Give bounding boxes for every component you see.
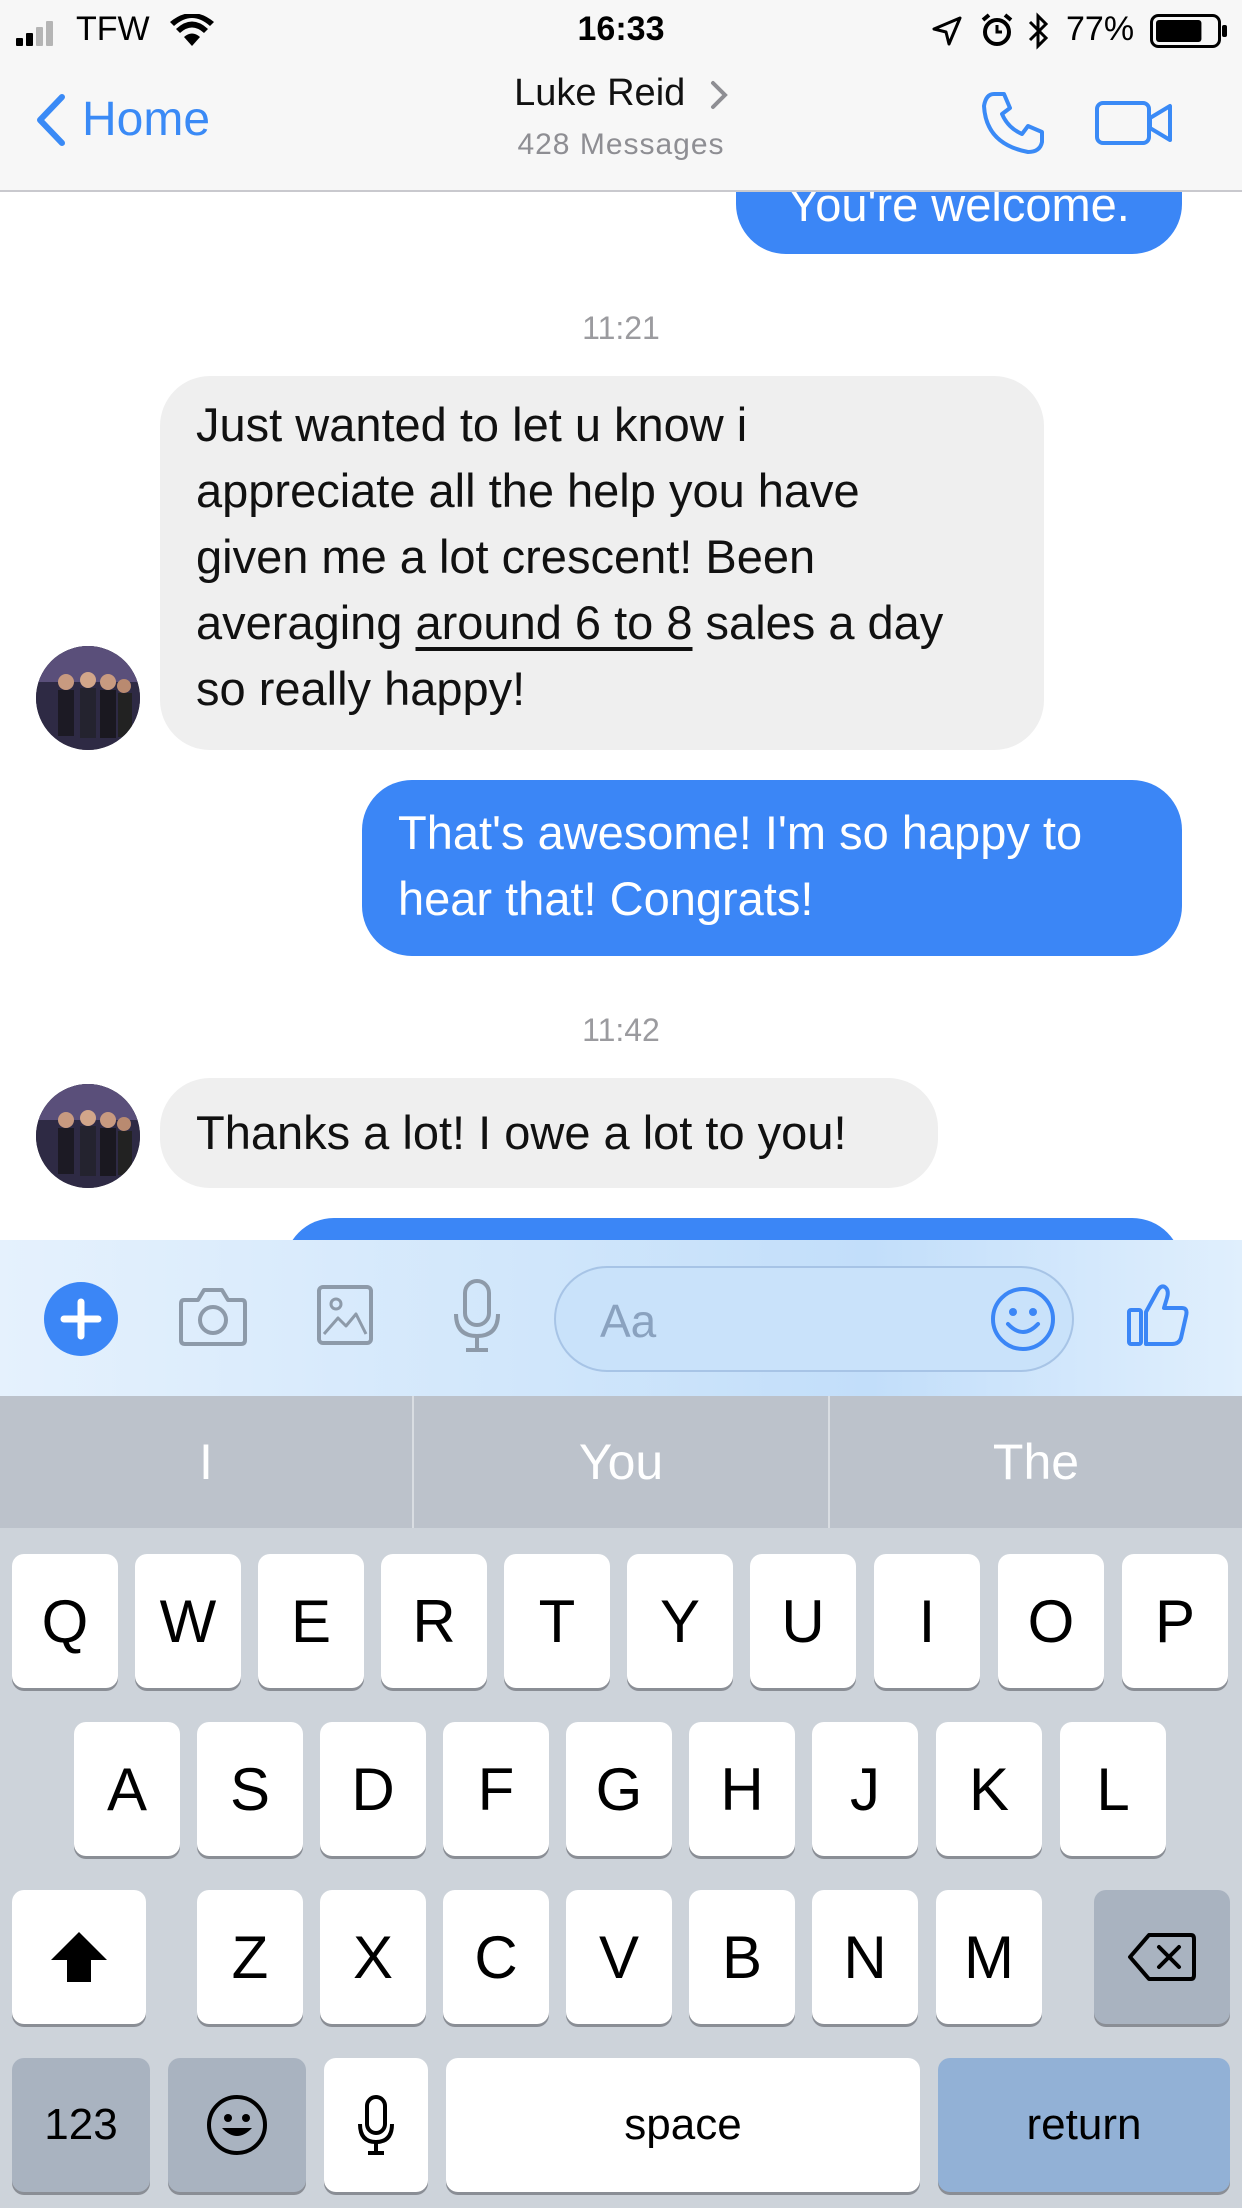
key-j[interactable]: J [812,1722,918,1856]
key-u[interactable]: U [750,1554,856,1688]
key-a[interactable]: A [74,1722,180,1856]
message-text: averaging [196,596,416,649]
key-t[interactable]: T [504,1554,610,1688]
space-key[interactable]: space [446,2058,920,2192]
key-b[interactable]: B [689,1890,795,2024]
key-g[interactable]: G [566,1722,672,1856]
incoming-message[interactable]: Just wanted to let u know i appreciate a… [160,376,1044,750]
emoji-icon [206,2094,268,2156]
key-d[interactable]: D [320,1722,426,1856]
status-bar: TFW 16:33 77% [0,0,1242,62]
keyboard: I You The Q W E R T Y U I O P A S D F G … [0,1396,1242,2208]
incoming-message[interactable]: Thanks a lot! I owe a lot to you! [160,1078,938,1188]
key-o[interactable]: O [998,1554,1104,1688]
video-call-icon[interactable] [1094,98,1174,148]
message-line: Just wanted to let u know i [196,398,748,451]
message-line: hear that! Congrats! [398,872,814,925]
thumbs-up-icon[interactable] [1126,1282,1190,1348]
shift-key[interactable] [12,1890,146,2024]
key-q[interactable]: Q [12,1554,118,1688]
emoji-icon[interactable] [990,1286,1056,1352]
message-composer: Aa [0,1240,1242,1396]
key-f[interactable]: F [443,1722,549,1856]
timestamp: 11:21 [582,310,660,346]
conversation-header: Home Luke Reid 428 Messages [0,62,1242,192]
microphone-icon [356,2094,396,2156]
key-y[interactable]: Y [627,1554,733,1688]
suggestion-3[interactable]: The [830,1396,1242,1528]
key-p[interactable]: P [1122,1554,1228,1688]
battery-icon [1150,14,1228,48]
key-i[interactable]: I [874,1554,980,1688]
message-input-placeholder: Aa [600,1295,657,1347]
avatar[interactable] [36,646,140,750]
key-m[interactable]: M [936,1890,1042,2024]
numbers-key[interactable]: 123 [12,2058,150,2192]
alarm-icon [980,12,1014,48]
message-text: Thanks a lot! I owe a lot to you! [196,1106,847,1159]
key-w[interactable]: W [135,1554,241,1688]
location-arrow-icon [932,16,962,46]
plus-icon[interactable] [44,1282,118,1356]
avatar[interactable] [36,1084,140,1188]
message-line: so really happy! [196,662,526,715]
dictation-key[interactable] [324,2058,428,2192]
contact-name-button[interactable]: Luke Reid [0,72,1242,115]
battery-percent: 77% [1066,10,1135,48]
key-c[interactable]: C [443,1890,549,2024]
delete-key[interactable] [1094,1890,1230,2024]
key-h[interactable]: H [689,1722,795,1856]
predictive-bar: I You The [0,1396,1242,1528]
contact-name: Luke Reid [514,72,686,114]
key-x[interactable]: X [320,1890,426,2024]
message-line: appreciate all the help you have [196,464,860,517]
backspace-icon [1127,1932,1197,1982]
key-z[interactable]: Z [197,1890,303,2024]
microphone-icon[interactable] [452,1278,502,1354]
outgoing-message[interactable]: You're welcome. [736,192,1182,254]
message-line: averaging around 6 to 8 sales a day [196,590,1044,656]
key-k[interactable]: K [936,1722,1042,1856]
status-time: 16:33 [577,10,665,48]
phone-call-icon[interactable] [980,90,1046,156]
message-text: sales a day [692,596,944,649]
key-l[interactable]: L [1060,1722,1166,1856]
image-icon[interactable] [316,1284,374,1346]
suggestion-1[interactable]: I [0,1396,412,1528]
timestamp: 11:42 [582,1012,660,1048]
detected-link[interactable]: around 6 to 8 [416,596,693,649]
message-thread[interactable]: You're welcome. 11:21 Just wanted to let… [0,192,1242,1240]
message-text: You're welcome. [788,192,1130,231]
bluetooth-icon [1026,12,1050,50]
outgoing-message[interactable] [284,1218,1182,1240]
shift-icon [49,1930,109,1984]
camera-icon[interactable] [178,1284,248,1348]
return-key[interactable]: return [938,2058,1230,2192]
outgoing-message[interactable]: That's awesome! I'm so happy to hear tha… [362,780,1182,956]
chevron-right-icon [710,80,728,110]
message-count: 428 Messages [517,128,725,161]
key-r[interactable]: R [381,1554,487,1688]
key-e[interactable]: E [258,1554,364,1688]
message-line: That's awesome! I'm so happy to [398,806,1083,859]
key-n[interactable]: N [812,1890,918,2024]
emoji-keyboard-key[interactable] [168,2058,306,2192]
message-input[interactable]: Aa [554,1266,1074,1372]
suggestion-2[interactable]: You [414,1396,828,1528]
message-line: given me a lot crescent! Been [196,530,816,583]
key-s[interactable]: S [197,1722,303,1856]
key-v[interactable]: V [566,1890,672,2024]
